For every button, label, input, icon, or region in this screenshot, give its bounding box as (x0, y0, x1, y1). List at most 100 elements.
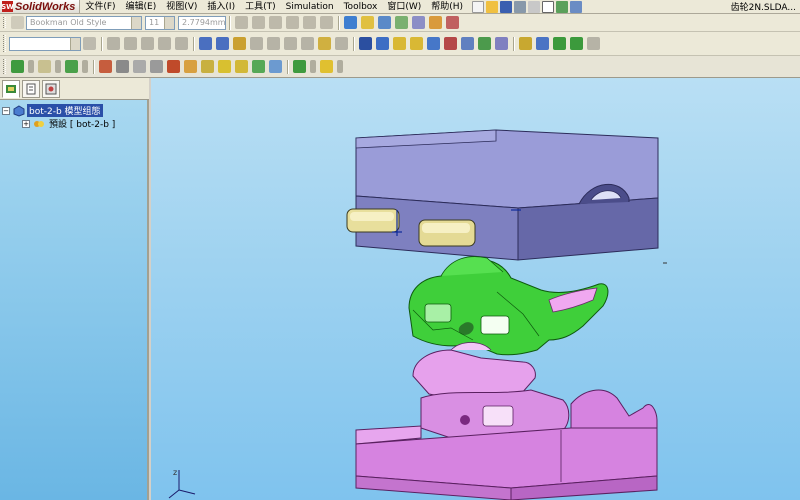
balloon-icon[interactable] (233, 37, 246, 50)
chevron-down-icon[interactable] (310, 60, 316, 73)
print-icon[interactable] (514, 0, 527, 13)
chevron-down-icon[interactable] (337, 60, 343, 73)
insert-part-left[interactable] (346, 208, 400, 233)
menu-insert[interactable]: 插入(I) (202, 0, 240, 13)
mass-properties-icon[interactable] (478, 37, 491, 50)
apply-scene-icon[interactable] (320, 60, 333, 73)
pink-cavity-part[interactable] (412, 342, 570, 443)
exploded-view-icon[interactable] (427, 37, 440, 50)
mate-icon[interactable] (359, 37, 372, 50)
tree-child-item[interactable]: + 預設 [ bot-2-b ] (22, 117, 117, 130)
view-orientation-icon[interactable] (344, 16, 357, 29)
coordinate-system-icon[interactable] (553, 37, 566, 50)
center-mark-icon[interactable] (335, 37, 348, 50)
color-display-icon[interactable] (175, 37, 188, 50)
italic-icon[interactable] (252, 16, 265, 29)
tab-configuration-manager[interactable] (42, 79, 60, 98)
collapse-icon[interactable]: − (2, 106, 10, 115)
bold-icon[interactable] (235, 16, 248, 29)
insert-component-icon[interactable] (376, 37, 389, 50)
unit-combo[interactable]: 2.7794mm (178, 15, 226, 30)
line-style-icon[interactable] (107, 37, 120, 50)
camera-icon[interactable] (218, 60, 231, 73)
layer-combo[interactable] (9, 36, 81, 51)
decal-icon[interactable] (150, 60, 163, 73)
sum-icon[interactable] (444, 37, 457, 50)
section-view-icon[interactable] (429, 16, 442, 29)
rotate-component-icon[interactable] (410, 37, 423, 50)
chevron-down-icon[interactable] (82, 60, 88, 73)
font-size-combo[interactable]: 11 (145, 15, 175, 30)
menu-simulation[interactable]: Simulation (281, 0, 339, 13)
material-icon[interactable] (99, 60, 112, 73)
app-logo[interactable]: SW SolidWorks (0, 0, 81, 13)
section-properties-icon[interactable] (495, 37, 508, 50)
hole-callout-icon[interactable] (318, 37, 331, 50)
chevron-down-icon[interactable] (55, 60, 61, 73)
point-icon[interactable] (570, 37, 583, 50)
model-scene[interactable] (151, 78, 800, 500)
align-center-icon[interactable] (303, 16, 316, 29)
open-folder-icon[interactable] (486, 0, 499, 13)
undo-icon[interactable] (528, 0, 541, 13)
top-mold-block[interactable] (355, 129, 659, 261)
options-icon[interactable] (570, 0, 583, 13)
toolbar-grip[interactable] (3, 16, 6, 29)
shaded-icon[interactable] (412, 16, 425, 29)
tab-property-manager[interactable] (22, 79, 40, 98)
menu-tools[interactable]: 工具(T) (240, 0, 281, 13)
smart-dimension-icon[interactable] (199, 37, 212, 50)
more-tools-icon[interactable] (587, 37, 600, 50)
green-molded-part[interactable] (408, 256, 609, 356)
toolbar-grip[interactable] (3, 35, 6, 52)
select-cursor-icon[interactable] (542, 0, 555, 13)
scene-icon[interactable] (133, 60, 146, 73)
percent-icon[interactable] (38, 60, 51, 73)
reference-plane-icon[interactable] (519, 37, 532, 50)
interference-icon[interactable] (461, 37, 474, 50)
align-right-icon[interactable] (320, 16, 333, 29)
align-left-icon[interactable] (286, 16, 299, 29)
line-thickness-icon[interactable] (124, 37, 137, 50)
note-icon[interactable] (216, 37, 229, 50)
render-icon[interactable] (184, 60, 197, 73)
rebuild-icon[interactable] (556, 0, 569, 13)
style-icon[interactable] (11, 16, 24, 29)
light-icon[interactable] (201, 60, 214, 73)
chevron-down-icon[interactable] (131, 16, 141, 29)
line-color-icon[interactable] (141, 37, 154, 50)
photoworks-icon[interactable] (167, 60, 180, 73)
zoom-area-icon[interactable] (378, 16, 391, 29)
tree-root-item[interactable]: − bot-2-b 模型组態 (2, 104, 103, 117)
chevron-down-icon[interactable] (164, 16, 174, 29)
new-document-icon[interactable] (472, 0, 485, 13)
display-style-icon[interactable] (65, 60, 78, 73)
underline-icon[interactable] (269, 16, 282, 29)
insert-part-right[interactable] (418, 219, 476, 247)
font-combo[interactable]: Bookman Old Style (26, 15, 142, 30)
save-icon[interactable] (500, 0, 513, 13)
zoom-fit-icon[interactable] (361, 16, 374, 29)
hide-edge-icon[interactable] (158, 37, 171, 50)
expand-icon[interactable]: + (22, 119, 30, 128)
chevron-down-icon[interactable] (28, 60, 34, 73)
lights-icon[interactable] (235, 60, 248, 73)
menu-toolbox[interactable]: Toolbox (339, 0, 383, 13)
view-cube-icon[interactable] (11, 60, 24, 73)
standard-views-icon[interactable] (293, 60, 306, 73)
move-component-icon[interactable] (393, 37, 406, 50)
menu-window[interactable]: 窗口(W) (382, 0, 426, 13)
hide-show-icon[interactable] (446, 16, 459, 29)
menu-help[interactable]: 帮助(H) (426, 0, 468, 13)
surface-finish-icon[interactable] (250, 37, 263, 50)
menu-view[interactable]: 视图(V) (161, 0, 202, 13)
walkthrough-icon[interactable] (252, 60, 265, 73)
appearance-icon[interactable] (116, 60, 129, 73)
graphics-viewport[interactable]: z (151, 78, 800, 500)
toolbar-grip[interactable] (3, 59, 6, 74)
tab-feature-manager[interactable] (2, 79, 20, 98)
reference-axis-icon[interactable] (536, 37, 549, 50)
menu-file[interactable]: 文件(F) (80, 0, 120, 13)
chevron-down-icon[interactable] (70, 37, 80, 50)
datum-target-icon[interactable] (301, 37, 314, 50)
